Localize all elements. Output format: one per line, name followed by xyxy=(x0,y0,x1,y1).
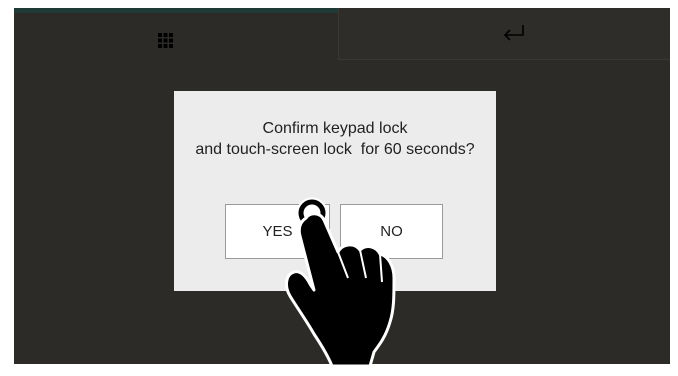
device-frame: Confirm keypad lock and touch-screen loc… xyxy=(0,0,678,376)
top-tab-bar xyxy=(14,8,670,60)
tab-back[interactable] xyxy=(338,8,670,60)
no-button[interactable]: NO xyxy=(340,204,443,259)
dialog-message: Confirm keypad lock and touch-screen loc… xyxy=(195,120,475,158)
no-button-label: NO xyxy=(380,223,403,240)
return-arrow-icon xyxy=(503,25,524,41)
yes-button-label: YES xyxy=(262,223,293,240)
device-screen: Confirm keypad lock and touch-screen loc… xyxy=(14,8,670,364)
tab-keypad[interactable] xyxy=(14,8,338,60)
confirm-lock-dialog: Confirm keypad lock and touch-screen loc… xyxy=(174,91,496,291)
yes-button[interactable]: YES xyxy=(225,204,330,259)
keypad-grid-icon xyxy=(158,33,173,48)
